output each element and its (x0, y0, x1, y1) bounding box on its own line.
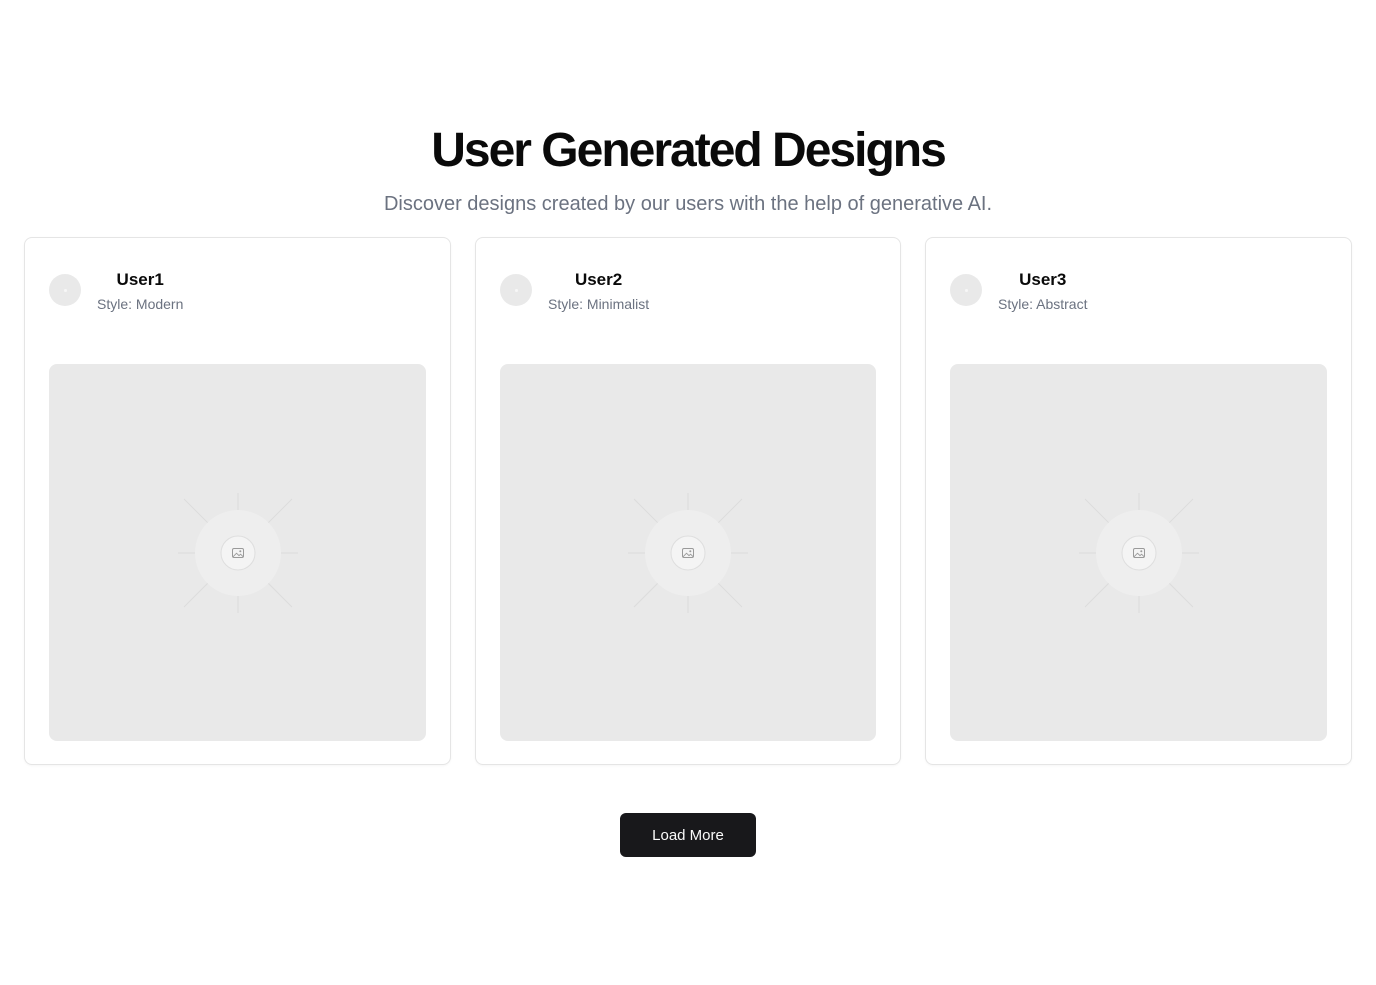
avatar-placeholder-icon[interactable] (950, 274, 982, 306)
user-info: User2 Style: Minimalist (548, 268, 649, 314)
design-card[interactable]: User1 Style: Modern (24, 237, 451, 765)
design-style-label: Style: Modern (97, 296, 184, 312)
image-placeholder-icon (628, 492, 748, 613)
load-more-button[interactable]: Load More (620, 813, 756, 857)
card-header: User3 Style: Abstract (950, 268, 1327, 318)
user-name[interactable]: User2 (575, 268, 622, 292)
page-subtitle: Discover designs created by our users wi… (383, 193, 993, 215)
design-image[interactable] (950, 364, 1327, 741)
page: User Generated Designs Discover designs … (0, 0, 1376, 985)
design-image[interactable] (500, 364, 876, 741)
page-title: User Generated Designs (431, 124, 947, 177)
design-style-label: Style: Abstract (998, 296, 1088, 312)
card-header: User1 Style: Modern (49, 268, 426, 318)
avatar-placeholder-icon[interactable] (500, 274, 532, 306)
design-image[interactable] (49, 364, 426, 741)
image-placeholder-icon (177, 492, 298, 613)
user-info: User3 Style: Abstract (998, 268, 1087, 314)
card-header: User2 Style: Minimalist (500, 268, 876, 318)
design-card[interactable]: User2 Style: Minimalist (475, 237, 901, 765)
user-name[interactable]: User1 (117, 268, 164, 292)
user-info: User1 Style: Modern (97, 268, 183, 314)
design-card[interactable]: User3 Style: Abstract (925, 237, 1352, 765)
design-style-label: Style: Minimalist (548, 296, 650, 312)
avatar-placeholder-icon[interactable] (49, 274, 81, 306)
user-name[interactable]: User3 (1019, 268, 1066, 292)
image-placeholder-icon (1078, 492, 1199, 613)
